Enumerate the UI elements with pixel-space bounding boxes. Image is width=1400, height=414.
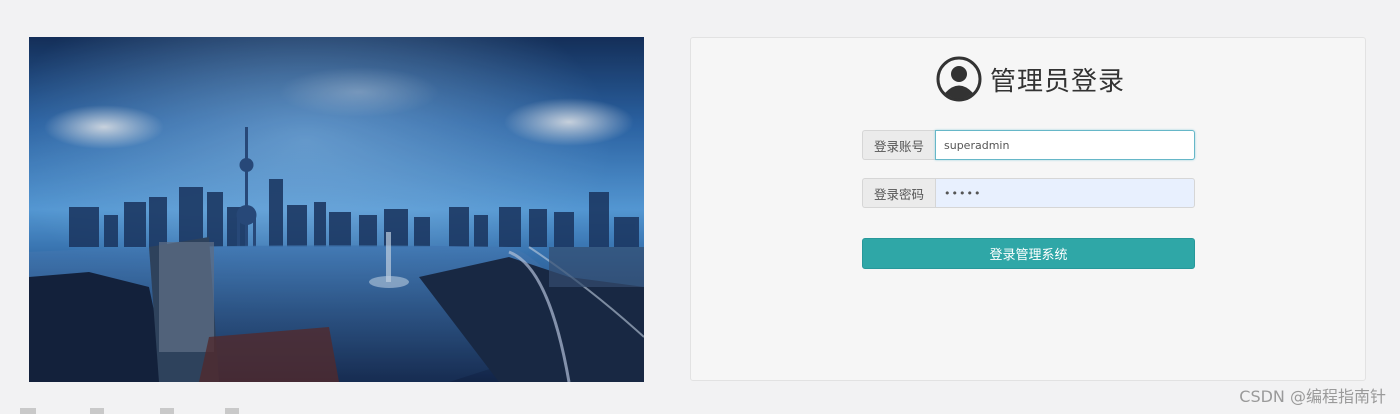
password-input[interactable] bbox=[935, 178, 1195, 208]
account-field-group: 登录账号 bbox=[862, 130, 1195, 160]
csdn-watermark: CSDN @编程指南针 bbox=[1239, 387, 1386, 406]
user-circle-icon bbox=[936, 56, 982, 102]
login-header: 管理员登录 bbox=[936, 55, 1125, 103]
account-label: 登录账号 bbox=[862, 130, 935, 160]
password-label: 登录密码 bbox=[862, 178, 935, 208]
city-skyline-image bbox=[29, 37, 644, 382]
login-panel: 管理员登录 登录账号 登录密码 登录管理系统 bbox=[690, 37, 1366, 381]
login-page: 管理员登录 登录账号 登录密码 登录管理系统 CSDN @编程指南针 bbox=[0, 0, 1400, 414]
account-input[interactable] bbox=[935, 130, 1195, 160]
password-field-group: 登录密码 bbox=[862, 178, 1195, 208]
login-submit-button[interactable]: 登录管理系统 bbox=[862, 238, 1195, 269]
login-title: 管理员登录 bbox=[990, 66, 1126, 97]
